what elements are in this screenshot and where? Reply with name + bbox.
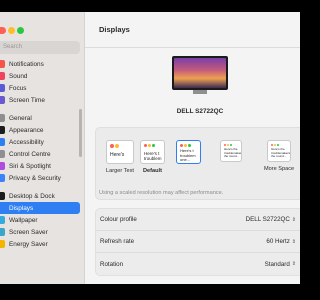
sidebar-item-accessibility[interactable]: Accessibility [0, 136, 80, 148]
accessibility-icon [0, 138, 5, 146]
sidebar-item-screen-saver[interactable]: Screen Saver [0, 226, 80, 238]
rotation-select[interactable]: Standard ⇕ [265, 261, 296, 268]
battery-icon [0, 240, 5, 248]
settings-window: Search Notifications Sound Focus Screen … [0, 12, 300, 284]
sidebar-item-screen-time[interactable]: Screen Time [0, 94, 80, 106]
sidebar-item-label: Sound [9, 72, 28, 80]
sidebar-item-focus[interactable]: Focus [0, 82, 80, 94]
search-placeholder: Search [3, 44, 23, 50]
display-settings: Colour profile DELL S2722QC ⇕ Refresh ra… [95, 208, 300, 276]
resolution-option-4[interactable]: Here's the troublemakers, the round... [220, 140, 242, 166]
sidebar-item-label: Control Centre [9, 150, 51, 158]
sidebar-item-notifications[interactable]: Notifications [0, 58, 80, 70]
sidebar-item-general[interactable]: General [0, 112, 80, 124]
sidebar-item-energy-saver[interactable]: Energy Saver [0, 238, 80, 250]
chevron-updown-icon: ⇕ [291, 261, 296, 267]
sidebar-item-privacy-security[interactable]: Privacy & Security [0, 172, 80, 184]
sidebar-item-desktop-dock[interactable]: Desktop & Dock [0, 190, 80, 202]
sidebar-item-label: Displays [9, 204, 34, 212]
monitor-icon [172, 56, 228, 90]
sidebar-item-siri-spotlight[interactable]: Siri & Spotlight [0, 160, 80, 172]
sidebar-item-label: Energy Saver [9, 240, 48, 248]
resolution-preview: Here's [106, 140, 134, 164]
resolution-preview: Here's the troublemakers, the round... [220, 140, 242, 162]
colour-profile-select[interactable]: DELL S2722QC ⇕ [246, 216, 296, 223]
focus-icon [0, 84, 5, 92]
setting-label: Refresh rate [100, 238, 135, 245]
resolution-label: More Space [264, 166, 295, 172]
sidebar-item-label: Screen Time [9, 96, 45, 104]
resolution-option-larger-text[interactable]: Here's Larger Text [106, 140, 134, 174]
sidebar-list: Notifications Sound Focus Screen Time Ge… [0, 58, 80, 250]
sidebar-item-control-centre[interactable]: Control Centre [0, 148, 80, 160]
sidebar-item-appearance[interactable]: Appearance [0, 124, 80, 136]
display-icon [0, 204, 5, 212]
sidebar-item-label: Screen Saver [9, 228, 48, 236]
performance-note: Using a scaled resolution may affect per… [99, 190, 224, 196]
main-pane: Displays DELL S2722QC Here's Larger Text… [85, 12, 300, 284]
resolution-preview: Here's t troublem [140, 140, 165, 164]
resolution-preview: Here's t troublem one... [176, 140, 201, 164]
siri-icon [0, 162, 5, 170]
search-input[interactable]: Search [0, 41, 80, 54]
sidebar-item-wallpaper[interactable]: Wallpaper [0, 214, 80, 226]
monitor-name: DELL S2722QC [176, 108, 224, 115]
page-title: Displays [85, 12, 300, 48]
sidebar-item-label: Siri & Spotlight [9, 162, 51, 170]
close-button[interactable] [0, 27, 6, 34]
monitor-preview[interactable] [172, 56, 228, 94]
sidebar-item-label: Focus [9, 84, 27, 92]
resolution-preview: Here's the troublemakers, the round... [267, 140, 292, 162]
notifications-icon [0, 60, 5, 68]
sidebar-item-displays[interactable]: Displays [0, 202, 80, 214]
minimize-button[interactable] [8, 27, 15, 34]
screen-saver-icon [0, 228, 5, 236]
sidebar-item-sound[interactable]: Sound [0, 70, 80, 82]
wallpaper-icon [0, 216, 5, 224]
refresh-rate-select[interactable]: 60 Hertz ⇕ [266, 238, 296, 245]
gear-icon [0, 114, 5, 122]
resolution-option-more-space[interactable]: Here's the troublemakers, the round... M… [264, 140, 294, 172]
chevron-updown-icon: ⇕ [291, 216, 296, 223]
sidebar-scrollbar[interactable] [79, 109, 82, 157]
refresh-rate-row[interactable]: Refresh rate 60 Hertz ⇕ [96, 231, 300, 253]
setting-label: Rotation [100, 260, 124, 268]
sidebar-item-label: Wallpaper [9, 216, 38, 224]
colour-profile-row[interactable]: Colour profile DELL S2722QC ⇕ [96, 209, 300, 231]
sidebar-item-label: General [9, 114, 32, 122]
resolution-option-3[interactable]: Here's t troublem one... [176, 140, 201, 168]
sidebar-item-label: Appearance [9, 126, 44, 134]
window-controls [0, 27, 24, 34]
resolution-label: Larger Text [106, 168, 134, 174]
sidebar-item-label: Notifications [9, 60, 44, 68]
resolution-option-default[interactable]: Here's t troublem Default [140, 140, 165, 174]
chevron-updown-icon: ⇕ [291, 238, 296, 245]
setting-label: Colour profile [100, 216, 137, 223]
sidebar: Search Notifications Sound Focus Screen … [0, 12, 85, 284]
rotation-row[interactable]: Rotation Standard ⇕ [96, 253, 300, 275]
screen-time-icon [0, 96, 5, 104]
appearance-icon [0, 126, 5, 134]
resolution-label: Default [143, 168, 162, 174]
control-centre-icon [0, 150, 5, 158]
dock-icon [0, 192, 5, 200]
sidebar-item-label: Privacy & Security [9, 174, 61, 182]
sidebar-item-label: Desktop & Dock [9, 192, 55, 200]
zoom-button[interactable] [17, 27, 24, 34]
sound-icon [0, 72, 5, 80]
sidebar-item-label: Accessibility [9, 138, 44, 146]
hand-icon [0, 174, 5, 182]
